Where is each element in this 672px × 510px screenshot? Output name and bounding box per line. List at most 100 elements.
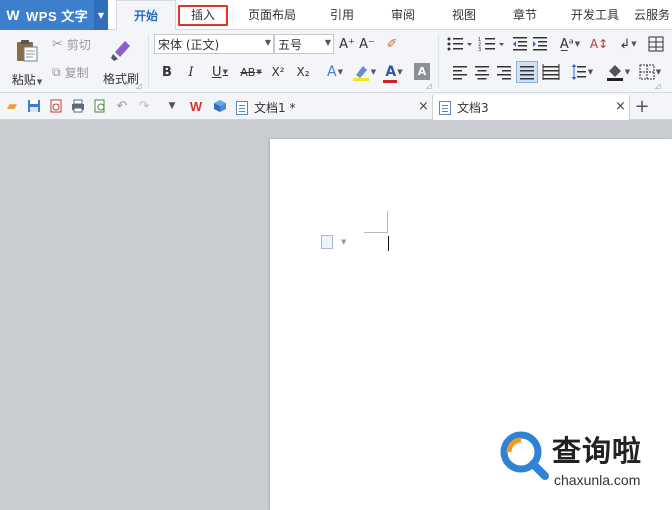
font-size-select[interactable]: 五号 ▼ <box>274 34 334 54</box>
quick-access-bar: ▰ ↶ ↷ ▼ W 文档1 * × 文档3 × + <box>0 93 672 120</box>
copy-icon: ⧉ <box>52 64 61 79</box>
divider <box>148 34 149 88</box>
tab-cloud[interactable]: 云服务 <box>632 0 672 30</box>
tab-references[interactable]: 引用 <box>314 0 370 30</box>
chevron-down-icon: ▼ <box>36 77 43 86</box>
highlight-box <box>178 5 228 26</box>
menu-bar: W WPS 文字 ▼ 开始 插入 页面布局 引用 审阅 视图 章节 开发工具 云… <box>0 0 672 31</box>
copy-button[interactable]: ⧉ 复制 <box>52 62 96 82</box>
customize-toolbar-icon[interactable]: ▼ <box>164 98 180 114</box>
brush-icon <box>111 40 130 61</box>
format-painter-label: 格式刷 <box>102 71 139 86</box>
change-case-icon: A̲ᵃ <box>559 36 574 52</box>
tab-home[interactable]: 开始 <box>116 0 176 31</box>
cut-button[interactable]: ✂ 剪切 <box>52 34 96 54</box>
ribbon-home: 粘贴▼ ✂ 剪切 ⧉ 复制 格式刷 ◿ 宋体 (正文) ▼ 五号 ▼ A⁺ A⁻ ✐ B… <box>0 30 672 93</box>
justify-button[interactable] <box>516 61 538 83</box>
paste-button[interactable]: 粘贴▼ <box>8 34 46 90</box>
dialog-launcher-icon[interactable]: ◿ <box>655 82 660 90</box>
table-icon[interactable] <box>648 36 664 52</box>
italic-button[interactable]: I <box>182 62 200 82</box>
strikethrough-button[interactable]: AB ▼ <box>236 62 266 82</box>
tab-view[interactable]: 视图 <box>436 0 492 30</box>
print-icon[interactable] <box>70 98 86 114</box>
chevron-down-icon: ▼ <box>631 40 637 48</box>
copy-label: 复制 <box>64 65 89 80</box>
tab-developer[interactable]: 开发工具 <box>558 0 632 30</box>
subscript-button[interactable]: X₂ <box>292 62 314 82</box>
grow-font-button[interactable]: A⁺ <box>338 34 356 54</box>
export-pdf-icon[interactable] <box>48 98 64 114</box>
dialog-launcher-icon[interactable]: ◿ <box>426 82 431 90</box>
new-tab-button[interactable]: + <box>634 96 650 117</box>
decrease-indent-icon[interactable] <box>512 36 528 52</box>
align-right-icon[interactable] <box>496 64 512 80</box>
print-preview-icon[interactable] <box>92 98 108 114</box>
distribute-icon[interactable] <box>542 64 560 80</box>
sort-icon[interactable]: A↕ <box>590 34 608 54</box>
font-name-select[interactable]: 宋体 (正文) ▼ <box>154 34 274 54</box>
line-spacing-icon <box>571 64 586 80</box>
superscript-button[interactable]: X² <box>268 62 288 82</box>
tab-review[interactable]: 审阅 <box>370 0 436 30</box>
align-left-icon[interactable] <box>452 64 468 80</box>
bullet-list-icon[interactable] <box>446 36 474 52</box>
chevron-down-icon: ▼ <box>574 40 581 48</box>
numbered-list-icon[interactable]: 123 <box>478 36 506 52</box>
font-color-button[interactable]: A ▼ <box>380 62 408 83</box>
chevron-down-icon: ▼ <box>370 68 377 76</box>
borders-button[interactable]: ▼ <box>636 62 664 82</box>
increase-indent-icon[interactable] <box>532 36 548 52</box>
char-shading-icon[interactable]: A <box>414 63 430 80</box>
doc-tab-1[interactable]: 文档1 * × <box>236 95 432 120</box>
divider <box>438 34 439 88</box>
shrink-font-button[interactable]: A⁻ <box>358 34 376 54</box>
highlight-color-button[interactable]: ▼ <box>350 62 378 82</box>
shading-button[interactable]: ▼ <box>604 62 632 82</box>
svg-text:3: 3 <box>478 47 481 52</box>
document-icon <box>439 100 451 115</box>
doc-tab-label: 文档1 * <box>254 101 296 115</box>
save-icon[interactable] <box>26 98 42 114</box>
show-marks-button[interactable]: ↲ ▼ <box>614 34 642 54</box>
chevron-down-icon[interactable]: ▼ <box>94 0 108 30</box>
cube-icon[interactable] <box>212 98 228 114</box>
document-icon <box>236 100 248 115</box>
chevron-down-icon: ▼ <box>222 68 228 76</box>
text-effect-button[interactable]: A ▼ <box>322 62 348 82</box>
wps-home-icon[interactable]: W <box>188 98 204 114</box>
chevron-down-icon: ▼ <box>655 68 662 76</box>
open-folder-icon[interactable]: ▰ <box>4 98 20 114</box>
undo-icon[interactable]: ↶ <box>114 98 130 114</box>
chevron-down-icon: ▼ <box>324 38 331 47</box>
doc-tab-3[interactable]: 文档3 × <box>432 95 630 120</box>
chevron-down-icon: ▼ <box>337 68 343 76</box>
tab-page-layout[interactable]: 页面布局 <box>230 0 314 30</box>
paragraph-mark-icon: ↲ <box>619 36 631 52</box>
clipboard-icon <box>17 39 38 61</box>
font-color-icon: A <box>383 64 398 83</box>
chevron-down-icon: ▼ <box>397 68 403 76</box>
tab-sections[interactable]: 章节 <box>492 0 558 30</box>
app-menu-button[interactable]: W WPS 文字 ▼ <box>0 0 108 30</box>
close-icon[interactable]: × <box>418 99 429 114</box>
align-justify-icon <box>520 66 534 80</box>
change-case-button[interactable]: A̲ᵃ ▼ <box>556 34 584 54</box>
watermark-url: chaxunla.com <box>554 472 641 488</box>
chevron-down-icon: ▼ <box>587 68 594 76</box>
bold-button[interactable]: B <box>158 62 176 82</box>
align-center-icon[interactable] <box>474 64 490 80</box>
line-spacing-button[interactable]: ▼ <box>568 62 596 82</box>
border-icon <box>639 64 655 80</box>
chevron-down-icon[interactable]: ▼ <box>341 238 346 246</box>
chevron-down-icon: ▼ <box>264 38 271 47</box>
underline-button[interactable]: U ▼ <box>206 62 234 82</box>
clear-format-icon[interactable]: ✐ <box>382 34 402 54</box>
redo-icon[interactable]: ↷ <box>136 98 152 114</box>
close-icon[interactable]: × <box>615 99 626 114</box>
paragraph-layout-icon[interactable] <box>321 235 333 249</box>
ribbon-tabs: 开始 插入 页面布局 引用 审阅 视图 章节 开发工具 云服务 <box>116 0 672 31</box>
margin-corner-mark <box>387 211 388 233</box>
dialog-launcher-icon[interactable]: ◿ <box>136 82 141 90</box>
tab-insert[interactable]: 插入 <box>176 0 230 30</box>
